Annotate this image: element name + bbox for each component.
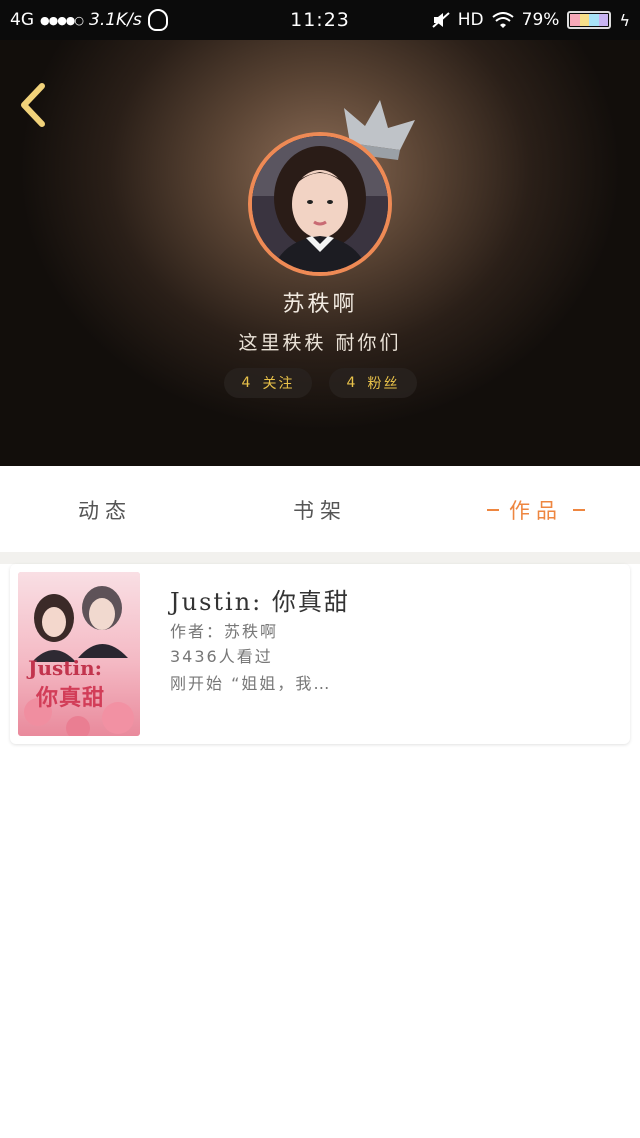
fans-label: 粉丝 [367, 376, 400, 392]
active-indicator-left [487, 509, 499, 511]
tab-works[interactable]: 作品 [466, 466, 606, 554]
work-author-label: 作者： [170, 622, 225, 641]
cover-title-line2: 你真甜 [36, 685, 106, 711]
charging-icon: ϟ [619, 10, 630, 30]
book-cover: Justin: 你真甜 [18, 572, 140, 736]
status-bar: 4G ●●●●○ 3.1K/s 11:23 HD 79% ϟ [0, 0, 640, 40]
profile-header: 苏秩啊 这里秩秩 耐你们 4 关注 4 粉丝 [0, 40, 640, 466]
network-speed: 3.1K/s [89, 10, 142, 30]
qq-icon [147, 9, 168, 31]
profile-tabs: 动态 书架 作品 [0, 466, 640, 554]
fans-count: 4 [346, 375, 358, 391]
work-views: 3436人看过 [170, 647, 273, 666]
following-count-button[interactable]: 4 关注 [224, 368, 312, 398]
work-author: 苏秩啊 [224, 622, 279, 641]
active-indicator-right [573, 509, 585, 511]
wifi-icon [492, 12, 514, 28]
back-arrow-icon[interactable] [14, 80, 54, 130]
following-label: 关注 [262, 376, 295, 392]
battery-percent: 79% [521, 10, 560, 30]
tab-label: 书架 [293, 499, 347, 523]
status-right: HD 79% ϟ [432, 10, 630, 30]
work-excerpt: 刚开始 “姐姐，我… [170, 674, 332, 693]
profile-signature: 这里秩秩 耐你们 [238, 332, 402, 354]
tab-bookshelf[interactable]: 书架 [255, 466, 385, 554]
work-card[interactable]: Justin: 你真甜 Justin: 你真甜 作者：苏秩啊 3436人看过 刚… [10, 564, 630, 744]
hd-badge: HD [457, 10, 484, 30]
tab-label: 作品 [509, 499, 563, 523]
work-author-row: 作者：苏秩啊 [170, 618, 278, 642]
avatar-portrait [252, 136, 388, 272]
tab-label: 动态 [78, 499, 132, 523]
signal-strength: ●●●●○ [40, 13, 84, 27]
battery-icon [567, 11, 612, 29]
fans-count-button[interactable]: 4 粉丝 [329, 368, 417, 398]
cover-title-line1: Justin: [28, 656, 103, 680]
section-divider [0, 552, 640, 564]
avatar[interactable] [248, 132, 392, 276]
status-left: 4G ●●●●○ 3.1K/s [10, 9, 168, 31]
mute-icon [432, 12, 450, 28]
following-count: 4 [241, 375, 253, 391]
tab-activity[interactable]: 动态 [40, 466, 170, 554]
avatar-image [248, 132, 392, 276]
network-type: 4G [10, 10, 34, 30]
profile-nickname: 苏秩啊 [282, 292, 358, 317]
work-title[interactable]: Justin: 你真甜 [170, 582, 350, 617]
